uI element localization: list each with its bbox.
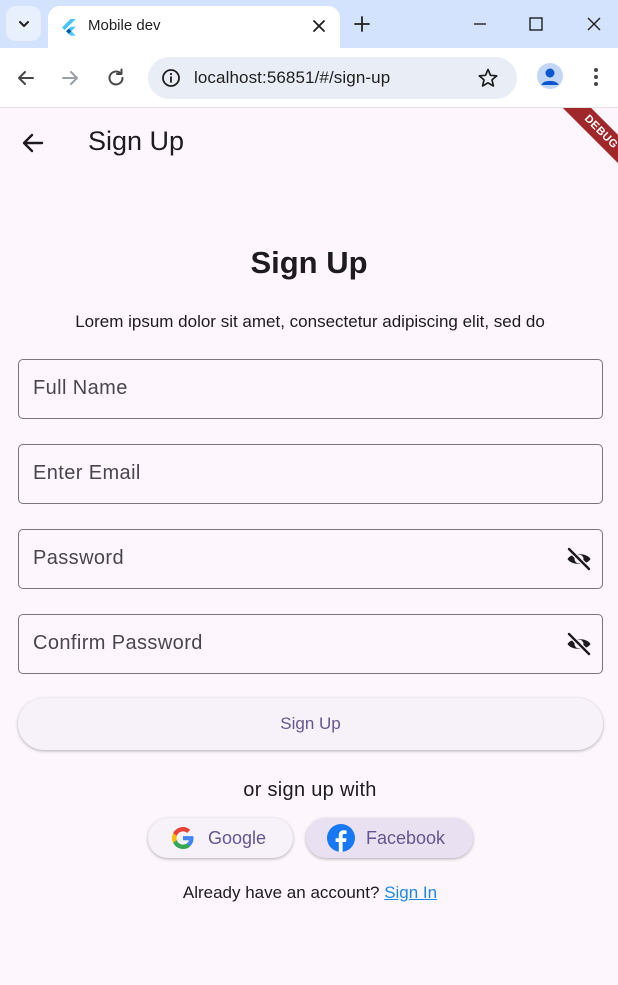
password-field[interactable]: Password (18, 529, 603, 589)
minimize-icon[interactable] (470, 14, 490, 34)
page-heading: Sign Up (250, 245, 368, 280)
site-info-icon[interactable] (160, 67, 182, 89)
sign-in-prompt: Already have an account? Sign In (0, 883, 618, 903)
tab-title: Mobile dev (88, 17, 161, 34)
reload-icon[interactable] (105, 67, 127, 89)
facebook-label: Facebook (366, 828, 446, 848)
back-arrow-icon[interactable] (20, 130, 46, 156)
confirm-password-field[interactable]: Confirm Password (18, 614, 603, 674)
back-icon[interactable] (15, 67, 37, 89)
google-sign-up-button[interactable]: Google (148, 818, 293, 858)
have-account-text: Already have an account? (182, 883, 380, 902)
close-icon[interactable] (310, 17, 328, 35)
page-subtitle: Lorem ipsum dolor sit amet, consectetur … (75, 312, 545, 331)
visibility-off-icon[interactable] (565, 630, 593, 658)
new-tab-plus-icon[interactable] (352, 14, 372, 34)
facebook-sign-up-button[interactable]: Facebook (306, 818, 473, 858)
maximize-icon[interactable] (526, 14, 546, 34)
person-icon (541, 68, 559, 85)
visibility-off-icon[interactable] (565, 545, 593, 573)
flutter-icon (62, 19, 76, 36)
browser-tab[interactable]: Mobile dev (48, 6, 340, 48)
email-label: Enter Email (33, 462, 141, 484)
tab-search-button[interactable] (6, 6, 41, 41)
or-sign-up-with-text: or sign up with (243, 779, 377, 801)
appbar-title: Sign Up (88, 126, 185, 156)
forward-icon[interactable] (59, 67, 81, 89)
bookmark-star-icon[interactable] (477, 67, 499, 89)
address-bar[interactable]: localhost:56851/#/sign-up (148, 57, 517, 99)
chevron-down-icon (18, 20, 29, 27)
sign-up-button[interactable]: Sign Up (18, 698, 603, 750)
confirm-password-label: Confirm Password (33, 632, 203, 654)
facebook-icon (327, 824, 355, 852)
email-field[interactable]: Enter Email (18, 444, 603, 504)
sign-in-link[interactable]: Sign In (384, 883, 437, 902)
url-text: localhost:56851/#/sign-up (194, 68, 391, 87)
password-label: Password (33, 547, 125, 569)
full-name-field[interactable]: Full Name (18, 359, 603, 419)
debug-banner: DEBUG (555, 108, 618, 178)
app-viewport: Sign Up DEBUG Sign Up Lorem ipsum dolor … (0, 108, 618, 985)
browser-tab-bar: Mobile dev (0, 0, 618, 48)
browser-toolbar: localhost:56851/#/sign-up (0, 48, 618, 108)
profile-avatar[interactable] (537, 63, 563, 89)
google-label: Google (208, 828, 267, 848)
google-icon (172, 827, 194, 849)
window-close-icon[interactable] (584, 14, 604, 34)
full-name-label: Full Name (33, 377, 128, 399)
more-menu-icon[interactable] (585, 65, 607, 89)
